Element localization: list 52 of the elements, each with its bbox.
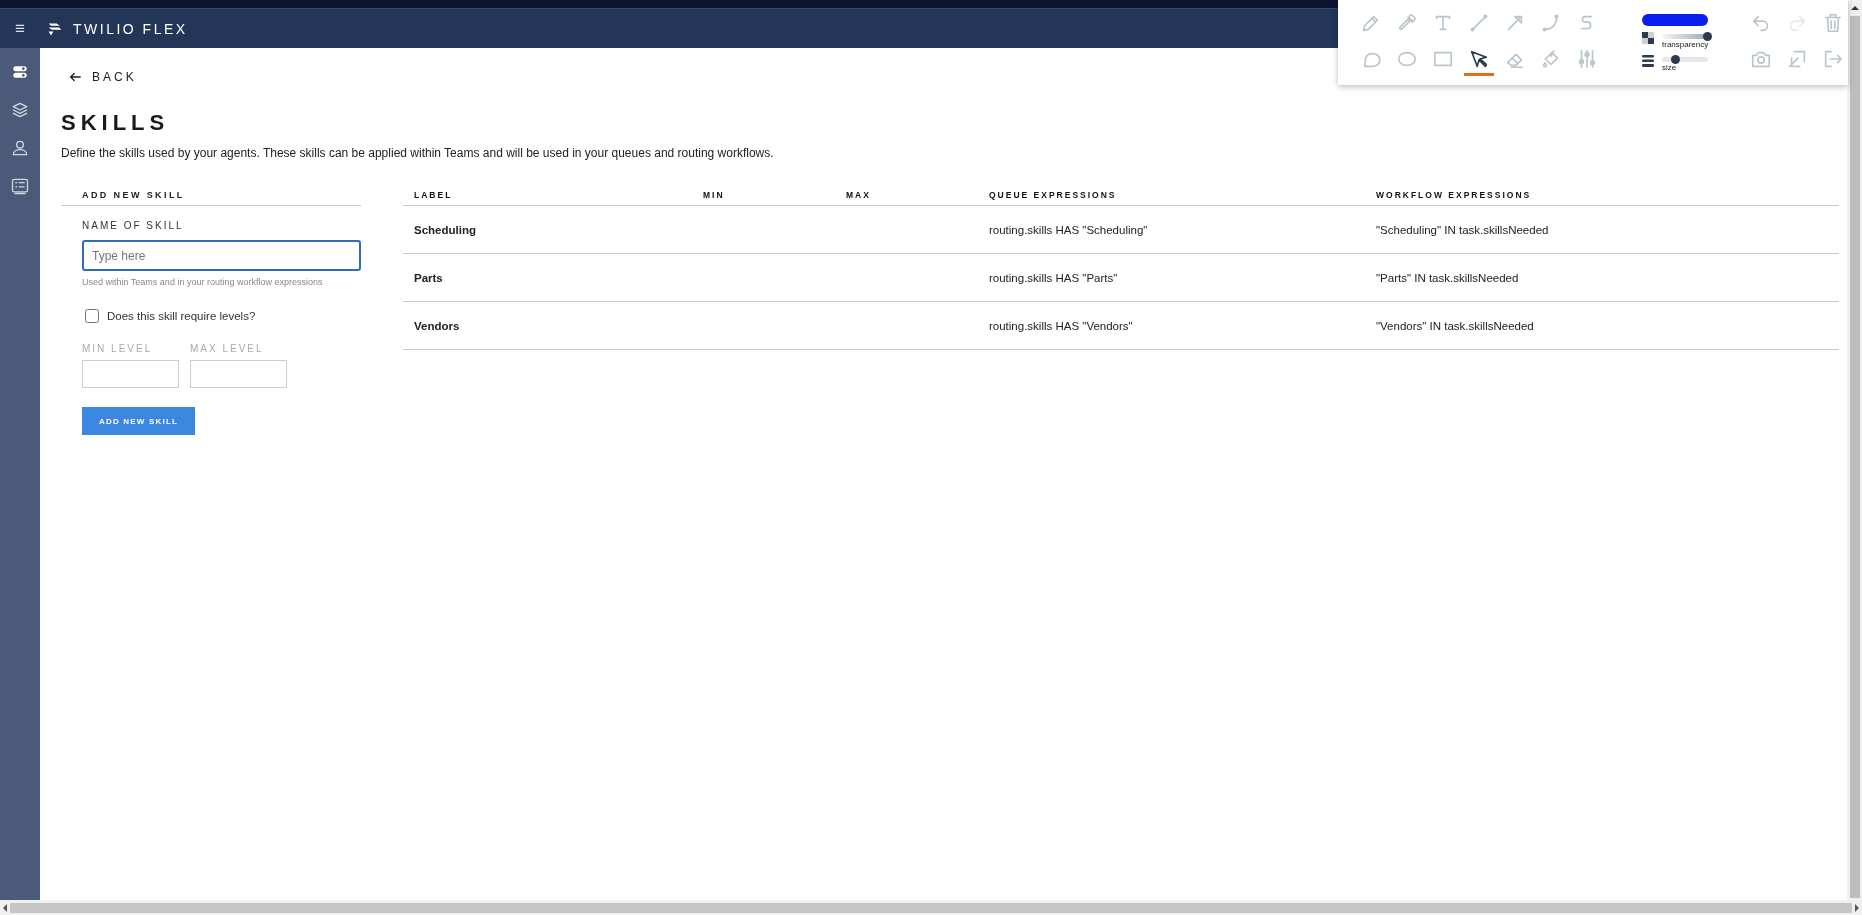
- back-arrow-icon: [68, 70, 82, 84]
- field-label: MAX LEVEL: [190, 343, 265, 354]
- column-header: MAX: [846, 190, 872, 200]
- back-link[interactable]: BACK: [68, 70, 137, 84]
- horizontal-scrollbar[interactable]: [0, 900, 1862, 915]
- export-icon: [1786, 48, 1808, 70]
- table-cell-text: Parts: [413, 271, 444, 284]
- checkbox-label: Does this skill require levels?: [107, 310, 256, 322]
- layers-icon: [10, 100, 30, 120]
- section-title: ADD NEW SKILL: [82, 190, 185, 200]
- size-slider[interactable]: [1662, 56, 1708, 62]
- person-icon: [10, 138, 30, 158]
- helper-text: Used within Teams and in your routing workflow expressions: [82, 277, 324, 287]
- table-cell-text: routing.skills HAS "Vendors": [989, 319, 1134, 332]
- table-cell-text: Vendors: [413, 319, 461, 332]
- column-header: QUEUE EXPRESSIONS: [989, 190, 1118, 200]
- table-cell-text: "Parts" IN task.skillsNeeded: [1376, 271, 1520, 284]
- app-title: TWILIO FLEX: [73, 20, 188, 37]
- field-label: NAME OF SKILL: [82, 220, 185, 231]
- slider-label: transparency: [1662, 39, 1709, 49]
- scrollbar-thumb[interactable]: [1849, 16, 1860, 898]
- field-label: MIN LEVEL: [82, 343, 154, 354]
- exit-icon: [1822, 48, 1844, 70]
- color-swatch[interactable]: [1642, 13, 1708, 26]
- menu-icon[interactable]: ≡: [0, 18, 40, 39]
- skill-name-input[interactable]: Type here: [82, 240, 361, 271]
- add-skill-button[interactable]: ADD NEW SKILL: [82, 407, 195, 435]
- column-header: MIN: [703, 190, 726, 200]
- page-description: Define the skills used by your agents. These skills can be applied within Teams and will be used in your queues and routing workflows.: [61, 146, 775, 160]
- table-cell-text: routing.skills HAS "Parts": [989, 271, 1119, 284]
- checker-icon: [1642, 31, 1654, 44]
- column-header: LABEL: [413, 190, 454, 200]
- slider-thumb[interactable]: [1670, 54, 1680, 64]
- column-header: WORKFLOW EXPRESSIONS: [1376, 190, 1533, 200]
- line-icon: [1468, 12, 1490, 34]
- trash-icon: [1822, 12, 1844, 34]
- table-cell-text: Scheduling: [413, 223, 477, 236]
- line-weight-icon: [1642, 54, 1654, 67]
- pointer-icon: [1468, 48, 1490, 70]
- scroll-up-icon[interactable]: [1849, 3, 1860, 13]
- table-cell-text: "Scheduling" IN task.skillsNeeded: [1376, 223, 1550, 236]
- page-title: SKILLS: [61, 110, 171, 136]
- list-card-icon: [10, 176, 30, 196]
- table-cell-text: "Vendors" IN task.skillsNeeded: [1376, 319, 1535, 332]
- slider-thumb[interactable]: [1703, 31, 1712, 41]
- table-cell-text: routing.skills HAS "Scheduling": [989, 223, 1149, 236]
- logo-icon: [47, 20, 63, 37]
- slider-label: size: [1662, 62, 1678, 72]
- levels-checkbox[interactable]: [85, 309, 99, 323]
- vertical-scrollbar[interactable]: [1847, 0, 1862, 900]
- sliders-icon: [1576, 48, 1598, 70]
- scrollbar-thumb[interactable]: [10, 902, 1852, 913]
